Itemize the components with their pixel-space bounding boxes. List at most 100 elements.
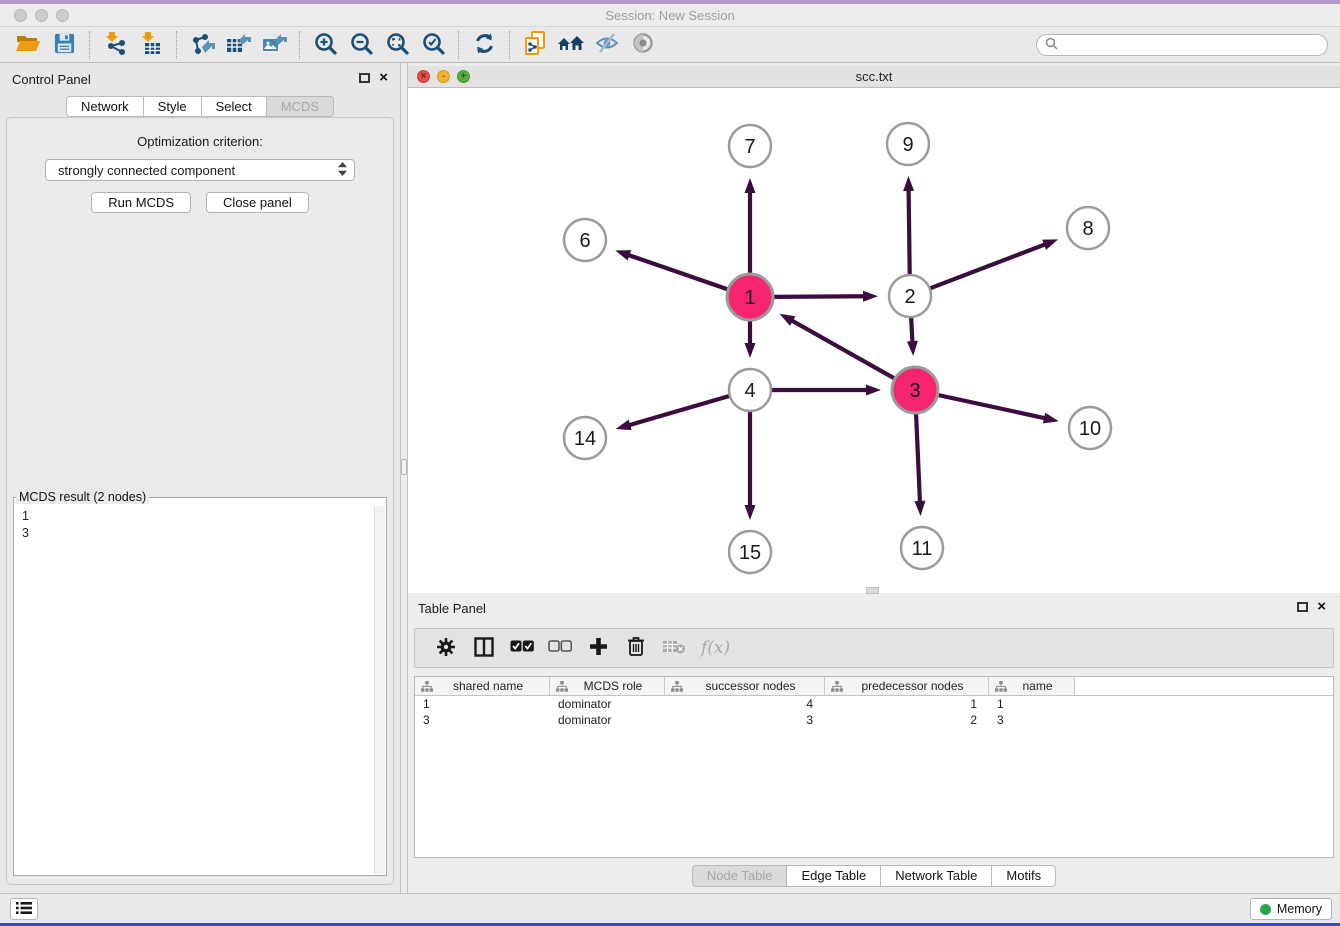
- cell-name[interactable]: 3: [989, 712, 1075, 728]
- create-column-button[interactable]: [583, 633, 613, 663]
- open-session-button[interactable]: [13, 30, 43, 60]
- graph-node-2[interactable]: 2: [889, 275, 931, 317]
- column-label: name: [1007, 679, 1074, 693]
- delete-columns-button[interactable]: [621, 633, 651, 663]
- import-network-button[interactable]: [100, 30, 130, 60]
- panel-splitter[interactable]: [400, 63, 408, 893]
- close-icon[interactable]: ×: [379, 69, 388, 86]
- cell-predecessor-nodes[interactable]: 1: [825, 696, 989, 712]
- arrowhead-4-3: [866, 385, 881, 396]
- graph-node-1[interactable]: 1: [727, 274, 773, 320]
- apply-layout-button[interactable]: [469, 30, 499, 60]
- memory-status-icon: [1260, 904, 1271, 915]
- cell-MCDS-role[interactable]: dominator: [550, 712, 665, 728]
- float-window-icon[interactable]: [1297, 602, 1308, 612]
- graph-node-14[interactable]: 14: [564, 417, 606, 459]
- save-session-button[interactable]: [49, 30, 79, 60]
- svg-text:8: 8: [1082, 218, 1093, 240]
- tab-select[interactable]: Select: [202, 96, 267, 117]
- control-panel: Control Panel × NetworkStyleSelectMCDS O…: [0, 63, 400, 893]
- tab-network-table[interactable]: Network Table: [881, 865, 992, 887]
- cell-name[interactable]: 1: [989, 696, 1075, 712]
- network-canvas[interactable]: 7 9 6 8 1 2 4 3 14 10 15 11: [408, 88, 1340, 592]
- column-header-MCDS-role[interactable]: MCDS role: [550, 677, 665, 695]
- edge-2-9[interactable]: [909, 188, 910, 278]
- first-neighbors-button[interactable]: [556, 30, 586, 60]
- column-header-predecessor-nodes[interactable]: predecessor nodes: [825, 677, 989, 695]
- zoom-selected-button[interactable]: [418, 30, 448, 60]
- hide-selected-button[interactable]: [592, 30, 622, 60]
- zoom-fit-button[interactable]: [382, 30, 412, 60]
- table-options-button[interactable]: [431, 633, 461, 663]
- zoom-fit-icon: [385, 31, 410, 59]
- column-header-successor-nodes[interactable]: successor nodes: [665, 677, 825, 695]
- import-table-button[interactable]: [136, 30, 166, 60]
- graph-node-8[interactable]: 8: [1067, 207, 1109, 249]
- graph-node-4[interactable]: 4: [729, 369, 771, 411]
- float-window-icon[interactable]: [359, 73, 370, 83]
- splitter-handle[interactable]: [401, 459, 407, 475]
- scrollbar[interactable]: [374, 506, 385, 874]
- task-history-button[interactable]: [10, 898, 38, 920]
- export-network-button[interactable]: [187, 30, 217, 60]
- column-header-name[interactable]: name: [989, 677, 1075, 695]
- graph-node-10[interactable]: 10: [1069, 407, 1111, 449]
- export-image-button[interactable]: [259, 30, 289, 60]
- horizontal-splitter-handle[interactable]: [866, 587, 879, 594]
- control-panel-title: Control Panel: [12, 72, 91, 87]
- edge-1-2[interactable]: [770, 296, 866, 297]
- graph-node-11[interactable]: 11: [901, 527, 943, 569]
- graph-node-9[interactable]: 9: [887, 123, 929, 165]
- edge-4-14[interactable]: [627, 395, 732, 426]
- tab-motifs[interactable]: Motifs: [992, 865, 1056, 887]
- window-title: Session: New Session: [0, 8, 1340, 23]
- function-builder-button[interactable]: f(x): [701, 638, 730, 658]
- graph-node-7[interactable]: 7: [729, 125, 771, 167]
- split-panel-button[interactable]: [469, 633, 499, 663]
- table-row[interactable]: 3dominator323: [415, 712, 1333, 728]
- edge-2-3[interactable]: [911, 314, 913, 344]
- column-header-shared-name[interactable]: shared name: [415, 677, 550, 695]
- edge-3-11[interactable]: [916, 410, 920, 504]
- tab-style[interactable]: Style: [144, 96, 202, 117]
- column-type-icon: [556, 681, 568, 692]
- memory-button[interactable]: Memory: [1250, 898, 1332, 920]
- show-all-columns-button[interactable]: [507, 633, 537, 663]
- cell-MCDS-role[interactable]: dominator: [550, 696, 665, 712]
- tab-mcds[interactable]: MCDS: [267, 96, 334, 117]
- close-panel-button[interactable]: Close panel: [206, 192, 309, 213]
- export-table-button[interactable]: [223, 30, 253, 60]
- zoom-out-button[interactable]: [346, 30, 376, 60]
- column-type-icon: [831, 681, 843, 692]
- show-all-button[interactable]: [628, 30, 658, 60]
- tab-network[interactable]: Network: [66, 96, 144, 117]
- delete-table-button[interactable]: [659, 633, 689, 663]
- cell-shared-name[interactable]: 3: [415, 712, 550, 728]
- table-row[interactable]: 1dominator411: [415, 696, 1333, 712]
- cell-successor-nodes[interactable]: 4: [665, 696, 825, 712]
- selected-criterion: strongly connected component: [58, 163, 337, 178]
- edge-3-10[interactable]: [935, 394, 1047, 418]
- graph-node-15[interactable]: 15: [729, 531, 771, 573]
- node-table: shared nameMCDS rolesuccessor nodesprede…: [414, 676, 1334, 858]
- close-icon[interactable]: ×: [1317, 598, 1326, 615]
- arrowhead-4-14: [616, 420, 632, 431]
- graph-node-3[interactable]: 3: [892, 367, 938, 413]
- zoom-in-button[interactable]: [310, 30, 340, 60]
- edge-2-8[interactable]: [927, 244, 1047, 290]
- svg-text:6: 6: [579, 230, 590, 252]
- edge-3-1[interactable]: [790, 320, 898, 381]
- edge-1-6[interactable]: [627, 254, 732, 290]
- hide-all-columns-button[interactable]: [545, 633, 575, 663]
- run-mcds-button[interactable]: Run MCDS: [91, 192, 191, 213]
- clone-network-button[interactable]: [520, 30, 550, 60]
- optimization-criterion-select[interactable]: strongly connected component: [45, 159, 355, 181]
- tab-node-table[interactable]: Node Table: [692, 865, 788, 887]
- tab-edge-table[interactable]: Edge Table: [787, 865, 881, 887]
- graph-node-6[interactable]: 6: [564, 219, 606, 261]
- cell-shared-name[interactable]: 1: [415, 696, 550, 712]
- cell-predecessor-nodes[interactable]: 2: [825, 712, 989, 728]
- search-input[interactable]: [1063, 37, 1319, 52]
- cell-successor-nodes[interactable]: 3: [665, 712, 825, 728]
- svg-text:1: 1: [744, 287, 755, 309]
